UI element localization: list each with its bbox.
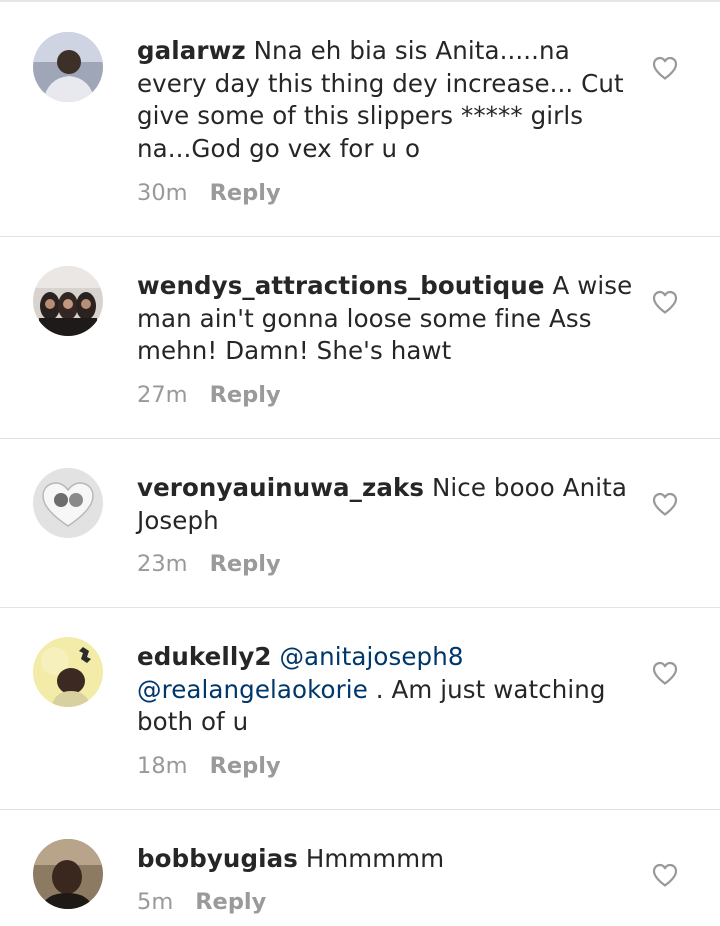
comment-username[interactable]: wendys_attractions_boutique [137,271,545,300]
comment-text: bobbyugias Hmmmmm [137,843,637,876]
comment-timestamp: 5m [137,889,174,915]
comment-meta: 27m Reply [137,382,281,408]
comment-timestamp: 27m [137,382,188,408]
reply-button[interactable]: Reply [210,753,281,779]
reply-button[interactable]: Reply [210,382,281,408]
heart-outline-icon[interactable] [651,55,679,81]
reply-button[interactable]: Reply [195,889,266,915]
comment-divider [0,236,720,237]
comment-meta: 23m Reply [137,551,281,577]
comment-divider [0,607,720,608]
comment-timestamp: 23m [137,551,188,577]
heart-outline-icon[interactable] [651,491,679,517]
comment-divider [0,438,720,439]
comment-meta: 18m Reply [137,753,281,779]
avatar[interactable] [33,839,103,909]
avatar[interactable] [33,266,103,336]
heart-outline-icon[interactable] [651,289,679,315]
comment-text: edukelly2 @anitajoseph8 @realangelaokori… [137,641,637,739]
comment-body: Hmmmmm [305,844,445,873]
comment-divider [0,809,720,810]
heart-outline-icon[interactable] [651,660,679,686]
reply-button[interactable]: Reply [210,180,281,206]
reply-button[interactable]: Reply [210,551,281,577]
avatar[interactable] [33,637,103,707]
comment-username[interactable]: galarwz [137,36,246,65]
mention-link[interactable]: @realangelaokorie [137,675,368,704]
avatar[interactable] [33,32,103,102]
comment-text: veronyauinuwa_zaks Nice booo Anita Josep… [137,472,637,537]
comment-text: wendys_attractions_boutique A wise man a… [137,270,637,368]
comment-text: galarwz Nna eh bia sis Anita.....na ever… [137,35,637,165]
comment-username[interactable]: veronyauinuwa_zaks [137,473,424,502]
avatar[interactable] [33,468,103,538]
comment-meta: 30m Reply [137,180,281,206]
comment-username[interactable]: edukelly2 [137,642,272,671]
comment-timestamp: 30m [137,180,188,206]
comment-username[interactable]: bobbyugias [137,844,298,873]
mention-link[interactable]: @anitajoseph8 [279,642,463,671]
comment-timestamp: 18m [137,753,188,779]
comment-meta: 5m Reply [137,889,266,915]
top-divider [0,0,720,2]
heart-outline-icon[interactable] [651,862,679,888]
